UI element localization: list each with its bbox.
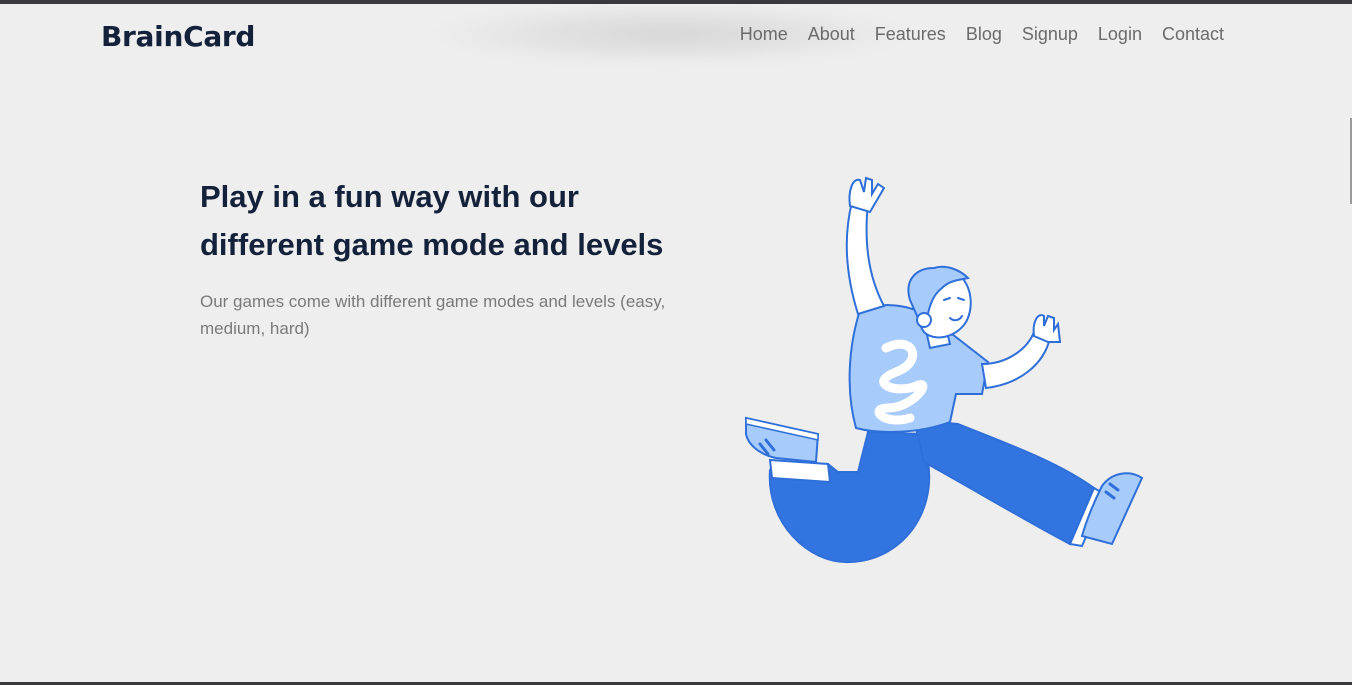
hero-description: Our games come with different game modes… [200,292,666,338]
nav-item-signup: Signup [1022,24,1078,45]
raised-arm [845,201,886,316]
side-hand [1032,314,1062,343]
brand-logo[interactable]: BrainCard [101,20,255,53]
nav-item-features: Features [875,24,946,45]
nav-link-login[interactable]: Login [1098,24,1142,44]
nav-item-login: Login [1098,24,1142,45]
page: BrainCard Home About Features Blog Signu… [0,0,1352,685]
ear [916,312,932,328]
front-leg [912,418,1096,546]
hero-title-line-2: different game mode and levels [200,227,664,262]
nav-link-features[interactable]: Features [875,24,946,44]
nav-item-contact: Contact [1162,24,1224,45]
nav-item-blog: Blog [966,24,1002,45]
nav-link-about[interactable]: About [808,24,855,44]
hero-title: Play in a fun way with our different gam… [200,173,720,269]
nav-link-contact[interactable]: Contact [1162,24,1224,44]
nav-item-about: About [808,24,855,45]
nav-item-home: Home [740,24,788,45]
nav-link-home[interactable]: Home [740,24,788,44]
hero-title-line-1: Play in a fun way with our [200,179,579,214]
nav-link-signup[interactable]: Signup [1022,24,1078,44]
raised-hand [848,176,886,214]
side-arm [980,330,1052,390]
jumping-person-illustration [745,176,1144,564]
back-pant-cuff [768,458,832,484]
nav-link-blog[interactable]: Blog [966,24,1002,44]
main-nav: Home About Features Blog Signup Login Co… [740,24,1224,45]
